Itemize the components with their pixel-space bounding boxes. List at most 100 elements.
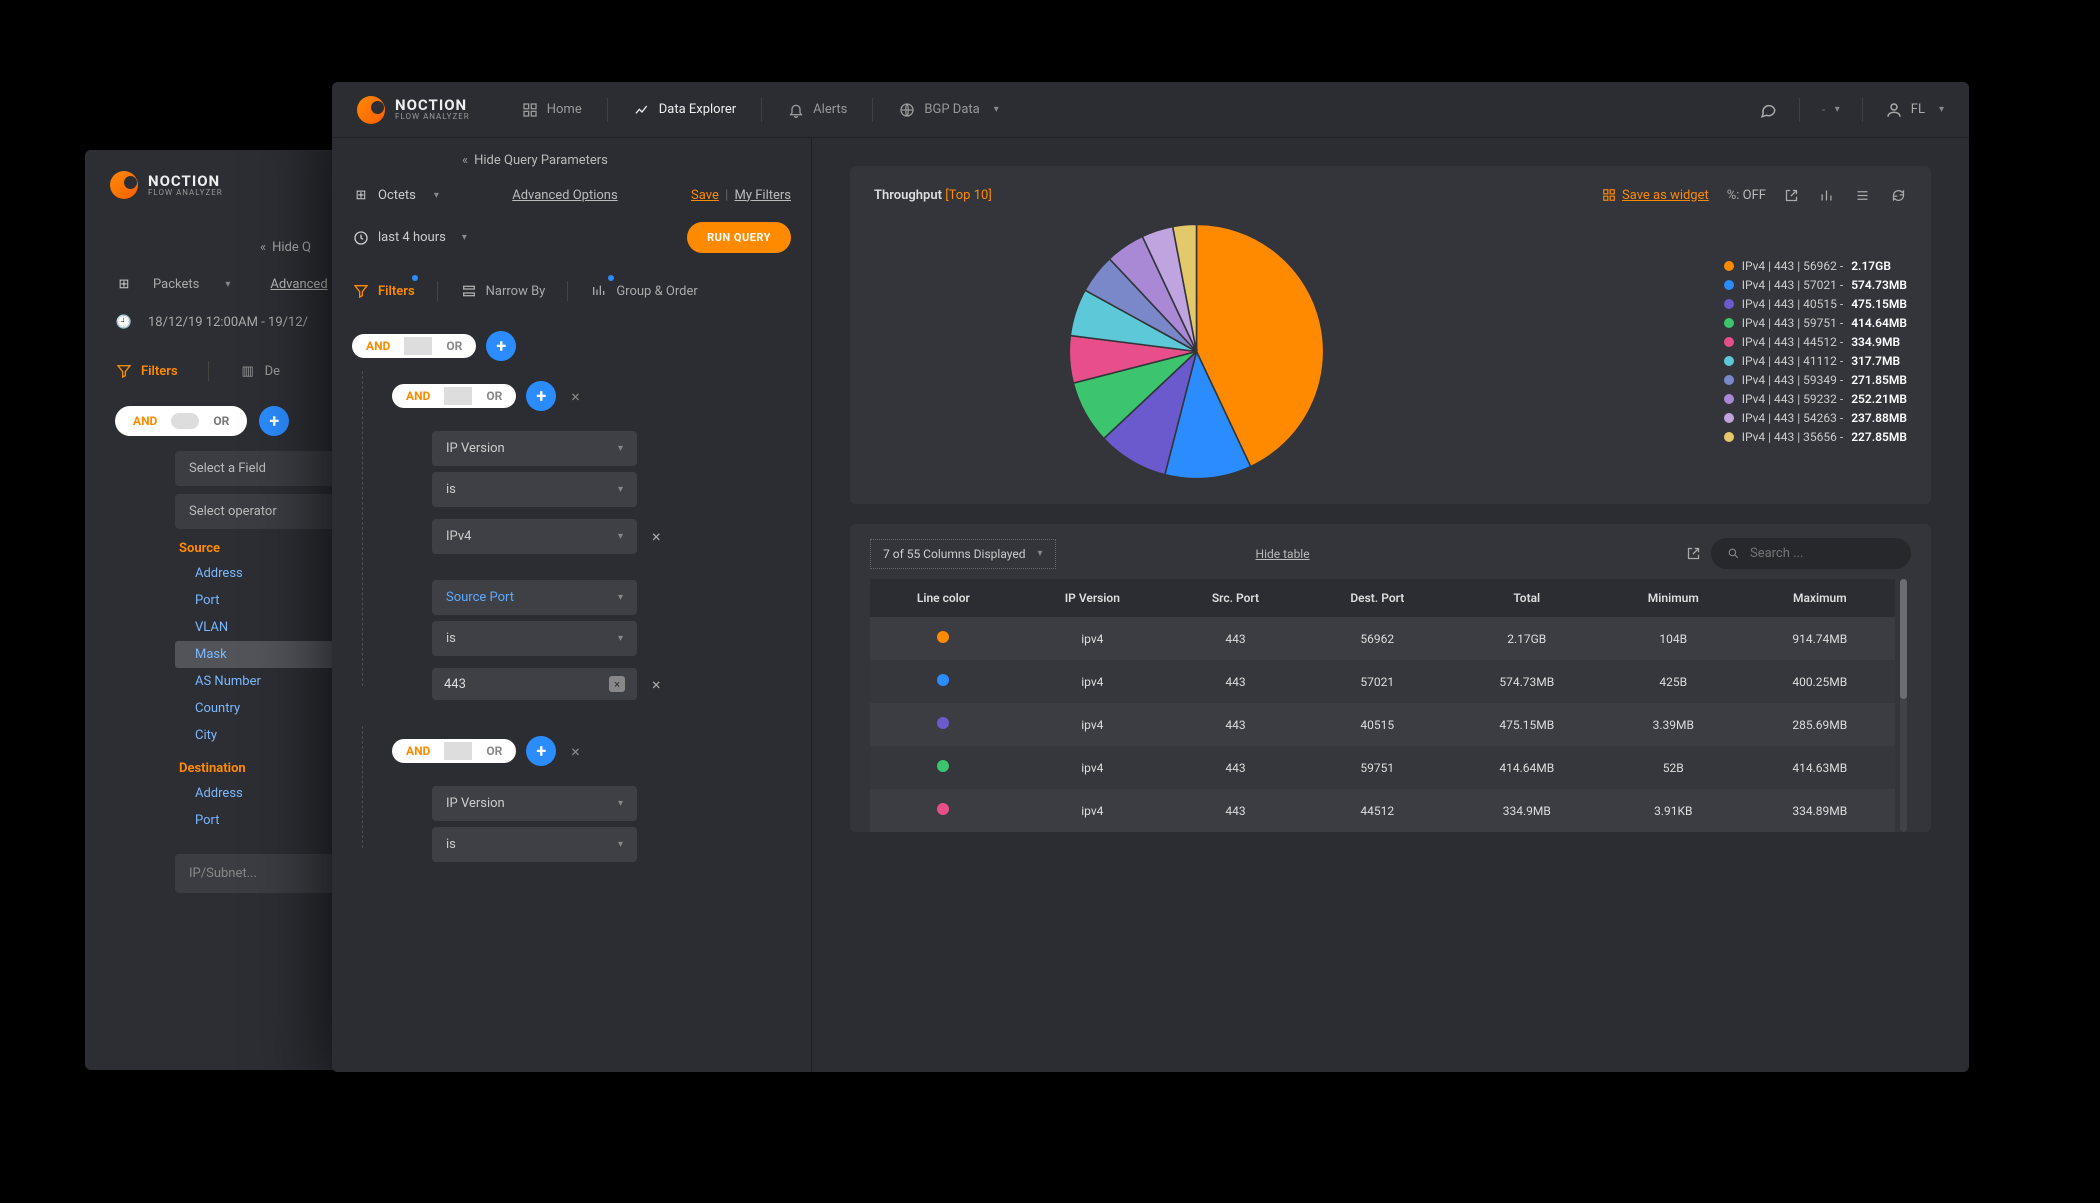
globe-icon [898,101,916,119]
brand-sub: FLOW ANALYZER [148,189,223,197]
operator-select-is[interactable]: is▾ [432,827,637,862]
legend-item[interactable]: IPv4 | 443 | 59349 - 271.85MB [1724,373,1907,387]
content-area: Throughput [Top 10] Save as widget %: OF… [812,138,1969,1072]
value-input-443[interactable]: 443 × [432,668,637,700]
legend-item[interactable]: IPv4 | 443 | 59751 - 414.64MB [1724,316,1907,330]
hide-table-link[interactable]: Hide table [1256,547,1310,561]
filters-tab[interactable]: Filters [115,362,178,380]
logo: NOCTION FLOW ANALYZER [110,171,223,199]
settings-icon[interactable]: ▾ [1822,101,1840,119]
add-condition-button[interactable]: + [259,406,289,436]
add-condition-button[interactable]: + [526,381,556,411]
my-filters-link[interactable]: My Filters [735,188,792,203]
logo: NOCTION FLOW ANALYZER [357,96,470,124]
list-icon[interactable] [1853,186,1871,204]
nav-bgp[interactable]: BGP Data▾ [882,93,1014,127]
column-header[interactable]: Maximum [1745,579,1895,617]
octets-select[interactable]: ⊞ Octets▾ [352,186,439,204]
run-query-button[interactable]: RUN QUERY [687,222,791,253]
popout-icon[interactable] [1686,546,1701,561]
add-condition-button[interactable]: + [526,736,556,766]
filter-icon [352,282,370,300]
group-order-tab[interactable]: Group & Order [590,282,697,300]
operator-select-is[interactable]: is▾ [432,621,637,656]
legend-item[interactable]: IPv4 | 443 | 57021 - 574.73MB [1724,278,1907,292]
percent-toggle[interactable]: %: OFF [1727,188,1766,203]
remove-group-button[interactable]: × [566,742,585,761]
data-table: Line colorIP VersionSrc. PortDest. PortT… [870,579,1895,832]
narrow-by-tab[interactable]: Narrow By [460,282,546,300]
legend-item[interactable]: IPv4 | 443 | 41112 - 317.7MB [1724,354,1907,368]
advanced-options-link[interactable]: Advanced Options [512,188,617,203]
remove-condition-button[interactable]: × [647,527,666,546]
packets-select[interactable]: Packets [153,277,199,292]
legend-item[interactable]: IPv4 | 443 | 59232 - 252.21MB [1724,392,1907,406]
throughput-card: Throughput [Top 10] Save as widget %: OF… [850,166,1931,504]
table-row[interactable]: ipv444344512334.9MB3.91KB334.89MB [870,789,1895,832]
refresh-icon[interactable] [1889,186,1907,204]
grid-icon: ⊞ [115,275,133,293]
column-header[interactable]: IP Version [1017,579,1168,617]
chart-title: Throughput [Top 10] [874,188,992,203]
query-sidebar: «Hide Query Parameters ⊞ Octets▾ Advance… [332,138,812,1072]
field-select-source-port[interactable]: Source Port▾ [432,580,637,615]
columns-icon: ▥ [239,362,257,380]
save-as-widget-link[interactable]: Save as widget [1602,188,1709,203]
filters-tab[interactable]: Filters [352,282,415,300]
remove-group-button[interactable]: × [566,387,585,406]
bars-icon[interactable] [1817,186,1835,204]
grid-icon [521,101,539,119]
columns-selector[interactable]: 7 of 55 Columns Displayed▾ [870,539,1056,569]
logo-icon [357,96,385,124]
search-input[interactable] [1711,538,1911,569]
timerange-select[interactable]: last 4 hours▾ [352,229,467,247]
column-header[interactable]: Line color [870,579,1017,617]
user-menu[interactable]: FL▾ [1885,101,1944,119]
nav-home[interactable]: Home [505,93,598,127]
user-icon [1885,101,1903,119]
add-group-button[interactable]: + [486,331,516,361]
and-or-toggle[interactable]: ANDOR [352,334,476,358]
legend-item[interactable]: IPv4 | 443 | 54263 - 237.88MB [1724,411,1907,425]
grid-icon: ⊞ [352,186,370,204]
table-row[interactable]: ipv444340515475.15MB3.39MB285.69MB [870,703,1895,746]
popout-icon[interactable] [1784,188,1799,203]
column-header[interactable]: Total [1452,579,1602,617]
hide-query-button[interactable]: «Hide Query Parameters [462,153,791,168]
and-or-pill[interactable]: AND OR [115,406,247,436]
column-header[interactable]: Dest. Port [1303,579,1452,617]
brand-name: NOCTION [148,174,223,189]
clear-icon[interactable]: × [609,676,625,692]
scrollbar[interactable] [1900,579,1907,832]
nav-alerts[interactable]: Alerts [771,93,863,127]
logo-icon [110,171,138,199]
narrow-icon [460,282,478,300]
timerange-text: 18/12/19 12:00AM - 19/12/ [148,315,308,330]
value-select-ipv4[interactable]: IPv4▾ [432,519,637,554]
operator-select-is[interactable]: is▾ [432,472,637,507]
field-select-ip-version[interactable]: IP Version▾ [432,786,637,821]
legend-item[interactable]: IPv4 | 443 | 44512 - 334.9MB [1724,335,1907,349]
legend-item[interactable]: IPv4 | 443 | 40515 - 475.15MB [1724,297,1907,311]
clock-icon: 🕘 [115,313,133,331]
field-select-ip-version[interactable]: IP Version▾ [432,431,637,466]
column-header[interactable]: Minimum [1602,579,1745,617]
table-row[interactable]: ipv444359751414.64MB52B414.63MB [870,746,1895,789]
table-row[interactable]: ipv4443569622.17GB104B914.74MB [870,617,1895,660]
front-window: NOCTION FLOW ANALYZER Home Data Explorer [332,82,1969,1072]
remove-condition-button[interactable]: × [647,675,666,694]
widget-icon [1602,188,1616,202]
clock-icon [352,229,370,247]
column-header[interactable]: Src. Port [1168,579,1303,617]
and-or-toggle[interactable]: ANDOR [392,384,516,408]
advanced-link[interactable]: Advanced [270,277,327,292]
legend-item[interactable]: IPv4 | 443 | 35656 - 227.85MB [1724,430,1907,444]
chart-icon [633,101,651,119]
and-or-toggle[interactable]: ANDOR [392,739,516,763]
chat-icon[interactable] [1759,101,1777,119]
de-tab[interactable]: ▥ De [239,362,280,380]
nav-data-explorer[interactable]: Data Explorer [617,93,752,127]
save-link[interactable]: Save [691,188,719,203]
legend-item[interactable]: IPv4 | 443 | 56962 - 2.17GB [1724,259,1907,273]
table-row[interactable]: ipv444357021574.73MB425B400.25MB [870,660,1895,703]
